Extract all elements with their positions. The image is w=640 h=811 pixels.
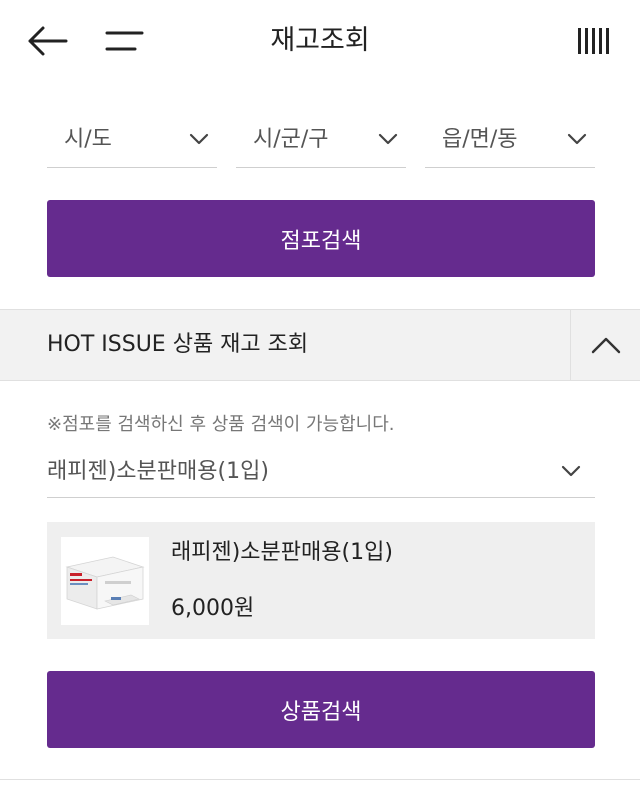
product-card[interactable]: 래피젠)소분판매용(1입) 6,000원	[47, 522, 595, 639]
dong-select-label: 읍/면/동	[442, 127, 518, 152]
chevron-down-icon	[378, 133, 398, 145]
app-header: 재고조회	[0, 0, 640, 82]
page-title: 재고조회	[270, 25, 370, 56]
dong-select[interactable]: 읍/면/동	[425, 112, 595, 168]
chevron-down-icon	[567, 133, 587, 145]
product-search-button[interactable]: 상품검색	[47, 671, 595, 748]
sigungu-select[interactable]: 시/군/구	[236, 112, 406, 168]
search-notice: ※점포를 검색하신 후 상품 검색이 가능합니다.	[47, 414, 395, 435]
barcode-scan-button[interactable]	[570, 20, 618, 62]
arrow-left-icon	[28, 26, 68, 56]
sido-select-label: 시/도	[64, 127, 112, 152]
product-price: 6,000원	[171, 596, 255, 621]
hot-issue-title: HOT ISSUE 상품 재고 조회	[47, 332, 309, 357]
menu-icon	[105, 31, 144, 51]
product-thumbnail	[61, 537, 149, 625]
location-selects: 시/도 시/군/구 읍/면/동	[47, 112, 595, 168]
product-select[interactable]: 래피젠)소분판매용(1입)	[47, 446, 595, 498]
barcode-icon	[578, 28, 609, 54]
product-box-image	[61, 537, 149, 625]
chevron-down-icon	[561, 465, 581, 477]
menu-button[interactable]	[100, 20, 148, 62]
back-button[interactable]	[22, 20, 72, 62]
chevron-down-icon	[189, 133, 209, 145]
section-divider	[0, 779, 640, 780]
hot-issue-accordion[interactable]: HOT ISSUE 상품 재고 조회	[0, 309, 640, 381]
chevron-up-icon	[591, 337, 620, 354]
store-search-button[interactable]: 점포검색	[47, 200, 595, 277]
sigungu-select-label: 시/군/구	[253, 127, 329, 152]
product-select-label: 래피젠)소분판매용(1입)	[47, 459, 269, 484]
sido-select[interactable]: 시/도	[47, 112, 217, 168]
accordion-toggle[interactable]	[570, 310, 640, 380]
product-name: 래피젠)소분판매용(1입)	[171, 540, 393, 565]
